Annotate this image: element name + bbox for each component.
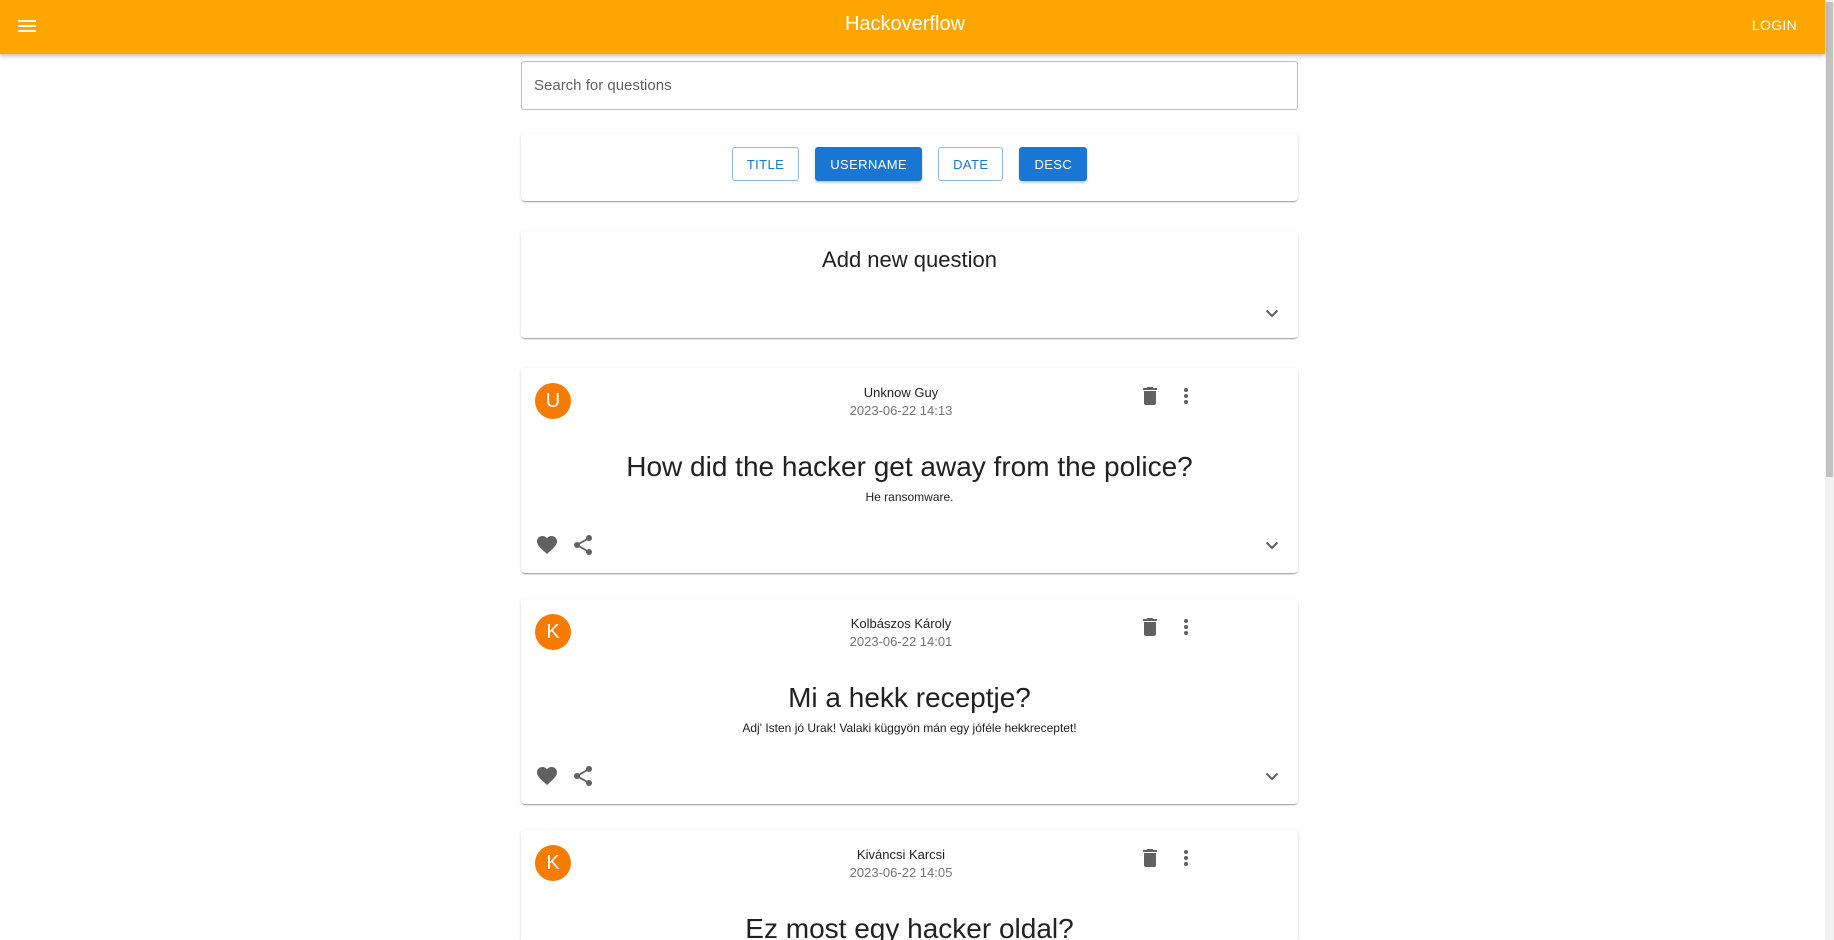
more-vert-icon — [1184, 850, 1188, 866]
sort-panel: TITLE USERNAME DATE DESC — [521, 133, 1298, 201]
more-vert-icon — [1184, 619, 1188, 635]
sort-desc-button[interactable]: DESC — [1019, 147, 1088, 181]
add-question-expand-button[interactable] — [1260, 301, 1284, 325]
trash-icon — [1143, 849, 1157, 867]
more-options-button[interactable] — [1172, 382, 1200, 410]
question-title: Ez most egy hacker oldal? — [745, 913, 1074, 940]
like-button[interactable] — [533, 762, 561, 790]
share-button[interactable] — [569, 531, 597, 559]
question-card: U Unknow Guy 2023-06-22 14:13 How did th… — [521, 368, 1298, 573]
question-expand-button[interactable] — [1260, 764, 1284, 788]
heart-icon — [537, 536, 557, 554]
app-title: Hackoverflow — [844, 13, 966, 35]
login-button[interactable]: LOGIN — [1752, 17, 1797, 33]
sort-date-button[interactable]: DATE — [938, 147, 1004, 181]
share-button[interactable] — [569, 762, 597, 790]
scrollbar-thumb[interactable] — [1826, 2, 1833, 477]
sort-title-button[interactable]: TITLE — [731, 147, 800, 181]
question-username: Kiváncsi Karcsi — [856, 847, 946, 862]
question-expand-button[interactable] — [1260, 533, 1284, 557]
question-title: How did the hacker get away from the pol… — [626, 451, 1193, 482]
share-icon — [574, 766, 592, 786]
heart-icon — [537, 767, 557, 785]
more-options-button[interactable] — [1172, 844, 1200, 872]
more-vert-icon — [1184, 388, 1188, 404]
share-icon — [574, 535, 592, 555]
chevron-down-icon — [1265, 772, 1279, 781]
question-card: K Kiváncsi Karcsi 2023-06-22 14:05 Ez mo… — [521, 830, 1298, 940]
trash-icon — [1143, 618, 1157, 636]
question-date: 2023-06-22 14:01 — [849, 634, 953, 649]
question-body: He ransomware. — [865, 490, 954, 504]
delete-button[interactable] — [1136, 613, 1164, 641]
question-username: Kolbászos Károly — [850, 616, 952, 631]
question-title: Mi a hekk receptje? — [788, 682, 1031, 713]
sort-username-button[interactable]: USERNAME — [815, 147, 923, 181]
like-button[interactable] — [533, 531, 561, 559]
question-date: 2023-06-22 14:13 — [849, 403, 953, 418]
question-card: K Kolbászos Károly 2023-06-22 14:01 Mi a… — [521, 599, 1298, 804]
page-scrollbar[interactable] — [1825, 0, 1834, 940]
trash-icon — [1143, 387, 1157, 405]
delete-button[interactable] — [1136, 844, 1164, 872]
delete-button[interactable] — [1136, 382, 1164, 410]
sort-button-group: TITLE USERNAME DATE DESC — [521, 147, 1298, 181]
chevron-down-icon — [1265, 309, 1279, 318]
question-username: Unknow Guy — [863, 385, 939, 400]
chevron-down-icon — [1265, 541, 1279, 550]
add-question-panel: Add new question — [521, 231, 1298, 338]
add-question-title: Add new question — [822, 247, 997, 272]
more-options-button[interactable] — [1172, 613, 1200, 641]
question-body: Adj' Isten jó Urak! Valaki küggyön mán e… — [742, 721, 1077, 735]
question-date: 2023-06-22 14:05 — [849, 865, 953, 880]
app-bar: Hackoverflow LOGIN — [0, 0, 1825, 54]
search-input[interactable] — [521, 61, 1298, 110]
